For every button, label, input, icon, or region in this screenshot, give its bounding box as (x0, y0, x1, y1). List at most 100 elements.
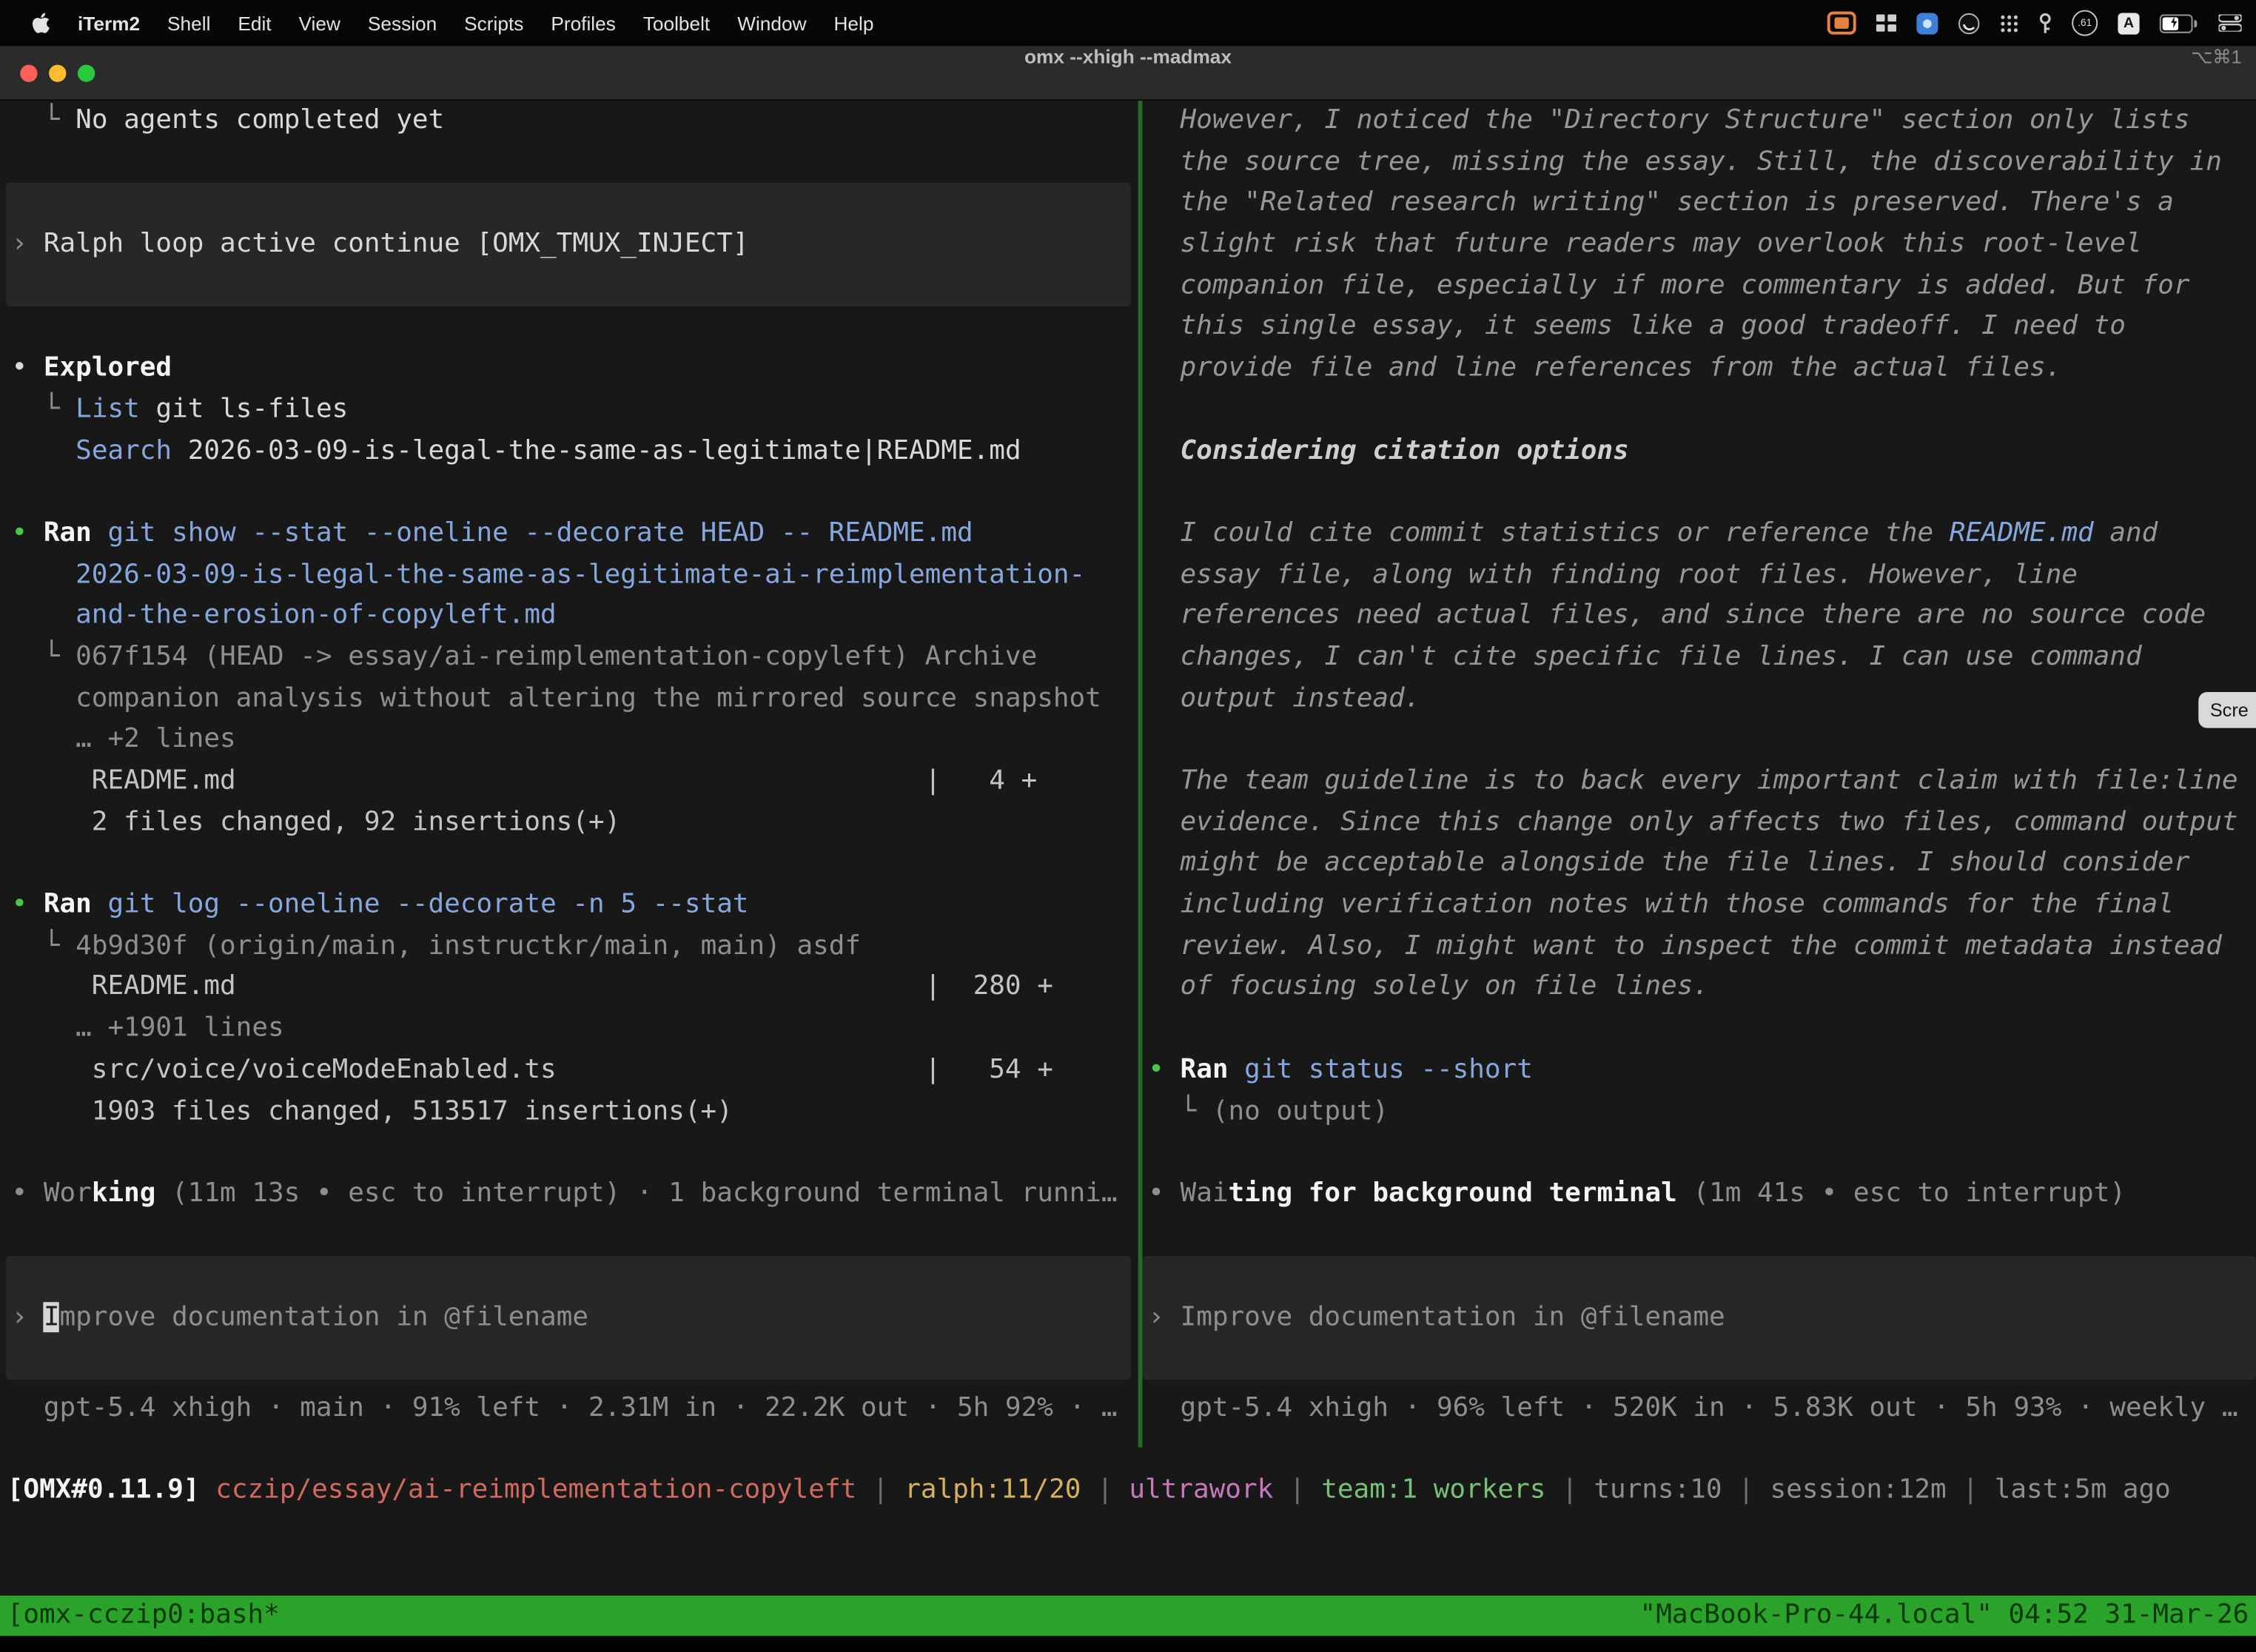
omx-status-line: [OMX#0.11.9] cczip/essay/ai-reimplementa… (7, 1471, 2256, 1512)
terminal-line: output instead. (1148, 679, 2256, 720)
menu-item-scripts[interactable]: Scripts (464, 13, 523, 34)
terminal-line: of focusing solely on file lines. (1148, 967, 2256, 1009)
panel-text: › Ralph loop active continue [OMX_TMUX_I… (12, 224, 749, 266)
terminal-line: 2 files changed, 92 insertions(+) (12, 802, 1138, 844)
text-segment: 4b9d30f (origin/main, instructkr/main, m… (75, 930, 861, 961)
control-center-icon[interactable] (2218, 14, 2241, 31)
terminal-line: this single essay, it seems like a good … (1148, 307, 2256, 349)
apple-menu[interactable] (32, 12, 50, 35)
tmux-host-clock: "MacBook-Pro-44.local" 04:52 31-Mar-26 (1640, 1596, 2249, 1636)
terminal-line: references need actual files, and since … (1148, 596, 2256, 637)
terminal-line: └ 4b9d30f (origin/main, instructkr/main,… (12, 926, 1138, 967)
session-stats: gpt-5.4 xhigh · 96% left · 520K in · 5.8… (1148, 1389, 2256, 1431)
text-segment: output instead. (1148, 683, 1420, 713)
text-segment: 2 files changed, 92 insertions(+) (12, 807, 621, 837)
menu-item-session[interactable]: Session (368, 13, 437, 34)
text-segment: ralph:11/20 (904, 1474, 1081, 1505)
text-segment: cczip/essay/ai-reimplementation-copyleft (215, 1474, 856, 1505)
terminal-line: 1903 files changed, 513517 insertions(+) (12, 1092, 1138, 1133)
text-segment: • (1148, 1055, 1180, 1085)
text-segment: └ (12, 105, 76, 135)
text-segment: this single essay, it seems like a good … (1148, 312, 2126, 342)
battery-percent-text: .61 (2078, 13, 2092, 32)
right-pane[interactable]: However, I noticed the "Directory Struct… (1142, 101, 2256, 1596)
terminal-line: review. Also, I might want to inspect th… (1148, 926, 2256, 967)
blank-line (1148, 1215, 2256, 1257)
menu-item-view[interactable]: View (299, 13, 340, 34)
text-segment: slight risk that future readers may over… (1148, 229, 2141, 259)
prompt-input[interactable]: › Improve documentation in @filename (6, 1257, 1131, 1380)
menu-item-profiles[interactable]: Profiles (551, 13, 616, 34)
text-segment: (no output) (1212, 1095, 1389, 1126)
dots-grid-icon[interactable] (2000, 13, 2018, 32)
menu-item-window[interactable]: Window (737, 13, 806, 34)
menu-item-edit[interactable]: Edit (238, 13, 271, 34)
text-segment: essay file, along with finding root file… (1148, 559, 2078, 589)
blank-line (1148, 389, 2256, 431)
battery-percent-badge[interactable]: .61 (2072, 10, 2098, 36)
text-segment: companion file, especially if more comme… (1148, 270, 2189, 300)
minimize-button[interactable] (49, 64, 66, 81)
panel-text: › Improve documentation in @filename (12, 1297, 588, 1339)
left-pane[interactable]: └ No agents completed yet› Ralph loop ac… (0, 101, 1138, 1596)
text-segment: Explored (44, 353, 172, 383)
terminal-line: the "Related research writing" section i… (1148, 184, 2256, 225)
terminal-line: companion analysis without altering the … (12, 679, 1138, 720)
text-segment: Ran (44, 890, 108, 920)
blank-line (12, 307, 1138, 349)
terminal-line: src/voice/voiceModeEnabled.ts | 54 + (12, 1050, 1138, 1092)
input-source-icon[interactable]: A (2118, 13, 2139, 34)
window-title-bar[interactable]: omx --xhigh --madmax ⌥⌘1 (0, 46, 2256, 101)
zoom-button[interactable] (78, 64, 95, 81)
terminal-line: The team guideline is to back every impo… (1148, 761, 2256, 802)
text-segment: 1903 files changed, 513517 insertions(+) (12, 1095, 733, 1126)
tmux-status-bar: [omx-cczip0:bash* "MacBook-Pro-44.local"… (0, 1596, 2256, 1636)
text-segment: | (1081, 1474, 1129, 1505)
text-segment: (11m 13s • esc to interrupt) · 1 backgro… (155, 1178, 1117, 1209)
terminal-line: provide file and line references from th… (1148, 349, 2256, 390)
text-segment: | (856, 1474, 904, 1505)
close-button[interactable] (20, 64, 37, 81)
text-segment: › (1148, 1302, 1180, 1332)
blank-line (12, 1132, 1138, 1174)
screen-recording-stop-icon[interactable] (1827, 12, 1856, 35)
text-segment: README.md | 4 + (12, 765, 1038, 796)
text-segment: | (1545, 1474, 1594, 1505)
dark-circle-app-icon[interactable] (1958, 13, 1980, 34)
ran-git-show: • Ran git show --stat --oneline --decora… (12, 514, 1138, 555)
text-segment: the source tree, missing the essay. Stil… (1148, 147, 2222, 177)
text-segment: › (12, 229, 44, 259)
screen-sharing-tab[interactable]: Scre (2198, 692, 2256, 728)
text-segment: | (1722, 1474, 1770, 1505)
window-grid-icon[interactable] (1876, 14, 1896, 31)
prompt-input[interactable]: › Improve documentation in @filename (1142, 1257, 2256, 1380)
terminal-line: README.md | 280 + (12, 967, 1138, 1009)
blank-line (1148, 1009, 2256, 1050)
text-segment: • (1148, 1178, 1180, 1209)
text-segment: └ (12, 394, 76, 424)
menu-item-iterm2[interactable]: iTerm2 (78, 13, 140, 34)
text-segment: king (92, 1178, 156, 1209)
menu-item-shell[interactable]: Shell (167, 13, 210, 34)
menu-bar: iTerm2 Shell Edit View Session Scripts P… (0, 0, 2256, 46)
ran-git-log: • Ran git log --oneline --decorate -n 5 … (12, 885, 1138, 927)
text-segment: The team guideline is to back every impo… (1148, 765, 2237, 796)
text-segment: • (12, 353, 44, 383)
text-segment: might be acceptable alongside the file l… (1148, 848, 2189, 879)
terminal-line: evidence. Since this change only affects… (1148, 802, 2256, 844)
ralph-loop-banner[interactable]: › Ralph loop active continue [OMX_TMUX_I… (6, 184, 1131, 307)
terminal-line: and-the-erosion-of-copyleft.md (12, 596, 1138, 637)
text-segment: (1m 41s • esc to interrupt) (1677, 1178, 2126, 1209)
text-segment: Improve documentation in @filename (1181, 1302, 1725, 1332)
key-icon[interactable] (2039, 13, 2052, 34)
text-segment: Wor (44, 1178, 92, 1209)
menu-item-toolbelt[interactable]: Toolbelt (643, 13, 710, 34)
battery-icon[interactable] (2160, 13, 2193, 32)
terminal-line: including verification notes with those … (1148, 885, 2256, 927)
text-segment: | (1273, 1474, 1321, 1505)
terminal-line: … +1901 lines (12, 1009, 1138, 1050)
blue-app-icon[interactable] (1916, 13, 1938, 34)
blank-line (12, 472, 1138, 514)
traffic-lights (20, 64, 95, 81)
menu-item-help[interactable]: Help (833, 13, 873, 34)
